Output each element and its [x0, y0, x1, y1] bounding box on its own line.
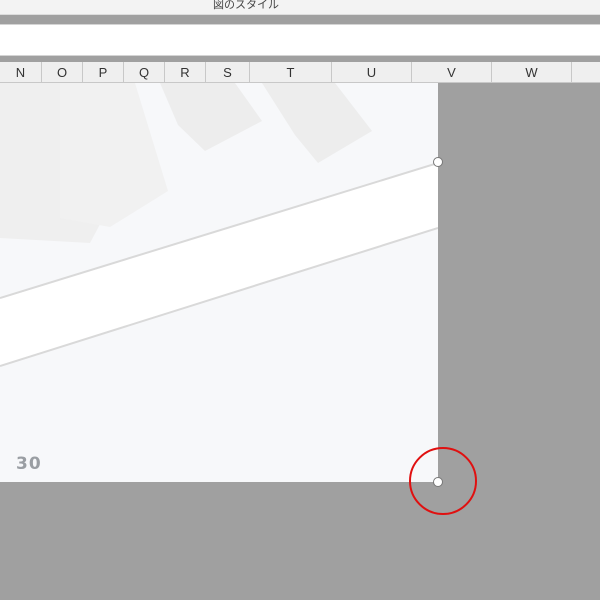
- column-header-n[interactable]: N: [0, 62, 42, 82]
- column-header-v[interactable]: V: [412, 62, 492, 82]
- highlight-circle: [409, 447, 477, 515]
- resize-handle-right[interactable]: [433, 157, 443, 167]
- picture-content: [0, 83, 438, 367]
- column-header-row: N O P Q R S T U V W: [0, 62, 600, 83]
- page-number: 30: [16, 454, 42, 474]
- picture-shape-block-4: [262, 83, 372, 163]
- column-header-next[interactable]: [572, 62, 600, 82]
- inserted-picture[interactable]: 30: [0, 83, 438, 482]
- picture-shape-block-3: [160, 83, 262, 151]
- column-header-w[interactable]: W: [492, 62, 572, 82]
- column-header-s[interactable]: S: [206, 62, 250, 82]
- column-header-q[interactable]: Q: [124, 62, 165, 82]
- column-header-t[interactable]: T: [250, 62, 332, 82]
- picture-shape-block-2: [60, 83, 168, 227]
- column-header-r[interactable]: R: [165, 62, 206, 82]
- column-header-p[interactable]: P: [83, 62, 124, 82]
- column-header-u[interactable]: U: [332, 62, 412, 82]
- column-header-o[interactable]: O: [42, 62, 83, 82]
- formula-bar[interactable]: [0, 24, 600, 56]
- ribbon: 図のスタイル: [0, 0, 600, 15]
- picture-styles-label: 図のスタイル: [213, 0, 279, 11]
